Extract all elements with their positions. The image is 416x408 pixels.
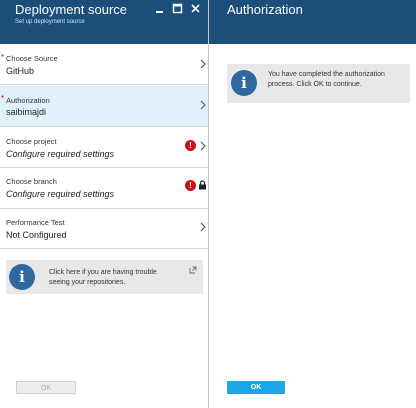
- ok-button-disabled[interactable]: OK: [16, 381, 76, 394]
- authorization-complete-notice: i You have completed the authorization p…: [227, 64, 410, 103]
- chevron-right-icon: [200, 59, 206, 69]
- blade-subtitle: Set up deployment source: [15, 19, 85, 25]
- blade-title: Deployment source: [15, 2, 127, 17]
- chevron-right-icon: [200, 100, 206, 110]
- choose-branch-row[interactable]: Choose branch Configure required setting…: [0, 169, 208, 209]
- error-icon: !: [185, 180, 196, 191]
- maximize-icon[interactable]: [172, 3, 183, 14]
- chevron-right-icon: [200, 222, 206, 232]
- performance-test-label: Performance Test: [6, 218, 65, 227]
- external-link-icon: [189, 266, 197, 274]
- choose-project-value: Configure required settings: [6, 149, 115, 159]
- minimize-icon[interactable]: [154, 3, 165, 14]
- ok-button[interactable]: OK: [227, 381, 285, 394]
- choose-project-label: Choose project: [6, 137, 57, 146]
- choose-project-row[interactable]: Choose project Configure required settin…: [0, 128, 208, 168]
- choose-source-row[interactable]: * Choose Source GitHub: [0, 45, 208, 85]
- error-icon: !: [185, 140, 196, 151]
- chevron-right-icon: [200, 141, 206, 151]
- choose-branch-value: Configure required settings: [6, 189, 115, 199]
- blade-header: Deployment source Set up deployment sour…: [0, 0, 208, 44]
- choose-branch-label: Choose branch: [6, 177, 57, 186]
- choose-source-label: Choose Source: [6, 54, 58, 63]
- close-icon[interactable]: [190, 3, 201, 14]
- authorization-row[interactable]: * Authorization saibimajdi: [0, 86, 208, 127]
- authorization-label: Authorization: [6, 96, 50, 105]
- performance-test-value: Not Configured: [6, 230, 67, 240]
- required-marker: *: [1, 94, 5, 103]
- authorization-value: saibimajdi: [6, 107, 47, 117]
- choose-source-value: GitHub: [6, 66, 35, 76]
- info-icon: i: [231, 70, 257, 96]
- deployment-source-blade: Deployment source Set up deployment sour…: [0, 0, 209, 408]
- authorization-blade: Authorization i You have completed the a…: [209, 0, 416, 408]
- lock-icon: [199, 180, 206, 190]
- authorization-complete-text: You have completed the authorization pro…: [268, 71, 385, 88]
- repositories-help-link[interactable]: i Click here if you are having trouble s…: [6, 260, 203, 294]
- blade-header: Authorization: [209, 0, 416, 44]
- window-controls: [154, 3, 201, 14]
- required-marker: *: [1, 53, 5, 62]
- repositories-help-text: Click here if you are having trouble see…: [49, 269, 157, 286]
- info-icon: i: [9, 264, 35, 290]
- performance-test-row[interactable]: Performance Test Not Configured: [0, 210, 208, 249]
- blade-title: Authorization: [227, 2, 303, 17]
